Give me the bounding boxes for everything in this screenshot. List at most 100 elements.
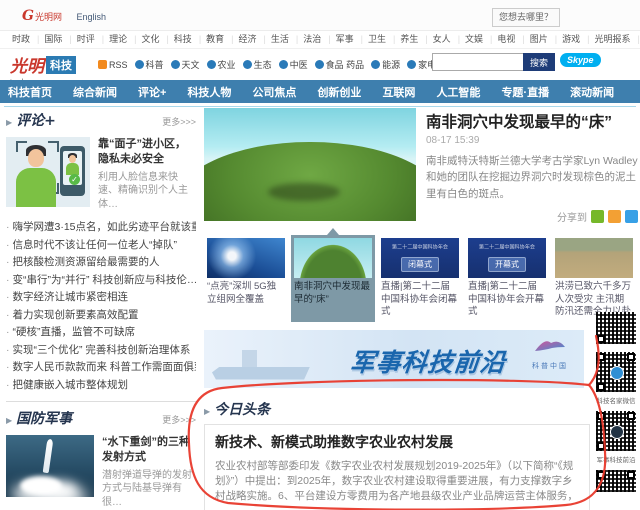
channel-nav-item[interactable]: 更多>> [632,34,640,44]
face-recognition-illustration[interactable] [6,137,90,207]
carousel-item[interactable]: 南非洞穴中发现最早的“床” [291,235,375,322]
headline-link[interactable]: 变“串行”为“并行” 科技创新应与科技伦… [6,272,196,290]
headline-link[interactable]: 数字人民币款款而来 科普工作需面面俱到 [6,359,196,377]
military-tech-banner[interactable]: 军事科技前沿 科普中国 [204,330,584,388]
channel-nav-item[interactable]: 时政 [10,34,32,44]
main-nav-item[interactable]: 滚动新闻 [570,84,614,100]
keji-logo-badge: 科技 [46,56,76,74]
headline-link[interactable]: 把健康嵌入城市整体规划 [6,377,196,395]
search-button[interactable]: 搜索 [523,53,555,71]
main-nav-item[interactable]: 综合新闻 [73,84,117,100]
headline-article-title[interactable]: 新技术、新模式助推数字农业农村发展 [215,432,579,452]
carousel-item[interactable]: 洪涝已致六千多万人次受灾 主汛期防汛还需全力以赴 [552,235,636,322]
weibo-share-icon[interactable] [625,210,638,223]
qzone-share-icon[interactable] [608,210,621,223]
defense-more-link[interactable]: 更多>>> [162,413,196,426]
channel-nav-item[interactable]: 光明报系 [582,34,632,44]
carousel-item[interactable]: 第二十二届中国科协年会 开幕式 直播|第二十二届中国科协年会开幕式 [465,235,549,322]
wechat-share-icon[interactable] [591,210,604,223]
quicklink[interactable]: 中医 [279,60,308,70]
carousel-item[interactable]: 第二十二届中国科协年会 闭幕式 直播|第二十二届中国科协年会闭幕式 [378,235,462,322]
qr-code-partial [596,312,636,344]
channel-nav-item[interactable]: 文娱 [453,34,485,44]
channel-nav-item[interactable]: 教育 [194,34,226,44]
channel-nav-item[interactable]: 文化 [129,34,161,44]
slide-header: 第二十二届中国科协年会 [387,243,453,251]
channel-nav-item[interactable]: 卫生 [356,34,388,44]
main-nav-item[interactable]: 科技人物 [187,84,231,100]
quicklink[interactable]: RSS [98,60,128,70]
headline-link[interactable]: 实现“三个优化” 完善科技创新治理体系 [6,342,196,360]
scan-bracket-icon [48,141,59,152]
defense-featured-title[interactable]: “水下重剑”的三种发射方式 [102,435,196,465]
section-arrow-icon: ▶ [204,407,210,416]
channel-nav-item[interactable]: 理论 [97,34,129,44]
gmw-logo-icon[interactable]: G [22,8,34,24]
slide-title: 开幕式 [488,257,526,272]
channel-nav-item[interactable]: 国际 [32,34,64,44]
quicklink-label: 能源 [382,60,400,70]
headline-link[interactable]: 把核酸检测资源留给最需要的人 [6,254,196,272]
qr-code-partial [596,470,636,492]
headline-link[interactable]: 数字经济让城市紧密相连 [6,289,196,307]
left-column: ▶评论+ 更多>>> 靠“面子”进小区，隐私未必安全 利用人 [6,110,196,510]
quicklink[interactable]: 能源 [371,60,400,70]
channel-nav-item[interactable]: 电视 [485,34,517,44]
tcm-icon [279,60,288,69]
channel-nav-item[interactable]: 图片 [517,34,549,44]
where-to-go-button[interactable]: 您想去哪里？ [492,8,560,27]
main-nav-item[interactable]: 创新创业 [317,84,361,100]
quicklink[interactable]: 食品 药品 [315,60,365,70]
main-nav-item[interactable]: 评论+ [138,84,166,100]
channel-nav-item[interactable]: 时评 [64,34,96,44]
channel-nav-item[interactable]: 女人 [420,34,452,44]
main-nav: 科技首页 综合新闻 评论+ 科技人物 公司焦点 创新创业 互联网 人工智能 专题·直播 滚动新闻 [0,80,640,103]
headline-link[interactable]: “硬核”直播，监管不可缺席 [6,324,196,342]
main-nav-item[interactable]: 互联网 [382,84,415,100]
section-arrow-icon: ▶ [6,118,12,127]
quicklink-label: 农业 [218,60,236,70]
channel-nav-item[interactable]: 军事 [323,34,355,44]
today-headlines-title: 今日头条 [214,402,270,418]
channel-nav-item[interactable]: 经济 [226,34,258,44]
quicklink[interactable]: 生态 [243,60,272,70]
main-nav-item[interactable]: 科技首页 [8,84,52,100]
appliance-icon [407,60,416,69]
channel-nav-item[interactable]: 法治 [291,34,323,44]
quicklink[interactable]: 天文 [171,60,200,70]
qr-caption-military-tech: 军事科技前沿 [594,454,638,464]
feature-article-title[interactable]: 南非洞穴中发现最早的“床” [426,110,640,132]
english-link[interactable]: English [76,12,106,22]
quicklink[interactable]: 科普 [135,60,164,70]
channel-nav-item[interactable]: 游戏 [550,34,582,44]
banner-title: 军事科技前沿 [348,343,508,379]
main-nav-item[interactable]: 人工智能 [436,84,480,100]
quicklink-label: RSS [109,60,128,70]
quicklink[interactable]: 农业 [207,60,236,70]
channel-nav-item[interactable]: 科技 [161,34,193,44]
share-label: 分享到 [557,209,587,224]
feature-photo-mountain[interactable] [204,108,416,221]
submarine-missile-photo[interactable] [6,435,94,497]
feature-article-excerpt: 南非威特沃特斯兰德大学考古学家Lyn Wadley和她的团队在挖掘边界洞穴时发现… [426,153,640,202]
main-column: 南非洞穴中发现最早的“床” 08-17 15:39 南非威特沃特斯兰德大学考古学… [204,108,640,510]
aircraft-carrier-icon [212,348,310,380]
headline-link[interactable]: 嗨学网遭3·15点名，如此劣迹平台就该重罚 [6,219,196,237]
carousel-item[interactable]: “点亮”深圳 5G独立组网全覆盖 [204,235,288,322]
channel-nav-item[interactable]: 生活 [259,34,291,44]
slide-header: 第二十二届中国科协年会 [474,243,540,251]
headline-link[interactable]: 着力实现创新要素高效配置 [6,307,196,325]
comment-more-link[interactable]: 更多>>> [162,115,196,128]
skype-logo[interactable]: Skype [560,53,601,67]
main-nav-item[interactable]: 专题·直播 [501,84,549,100]
kepu-china-logo: 科普中国 [522,337,578,371]
channel-nav-item[interactable]: 养生 [388,34,420,44]
main-nav-item[interactable]: 公司焦点 [252,84,296,100]
section-arrow-icon: ▶ [6,416,12,425]
search-input[interactable] [432,53,526,71]
comment-featured-title[interactable]: 靠“面子”进小区，隐私未必安全 [98,137,196,167]
manta-ray-icon [533,337,567,355]
carousel-caption: 南非洞穴中发现最早的“床” [294,281,372,306]
gmw-logo-text[interactable]: 光明网 [35,12,62,22]
headline-link[interactable]: 信息时代不该让任何一位老人“掉队” [6,237,196,255]
